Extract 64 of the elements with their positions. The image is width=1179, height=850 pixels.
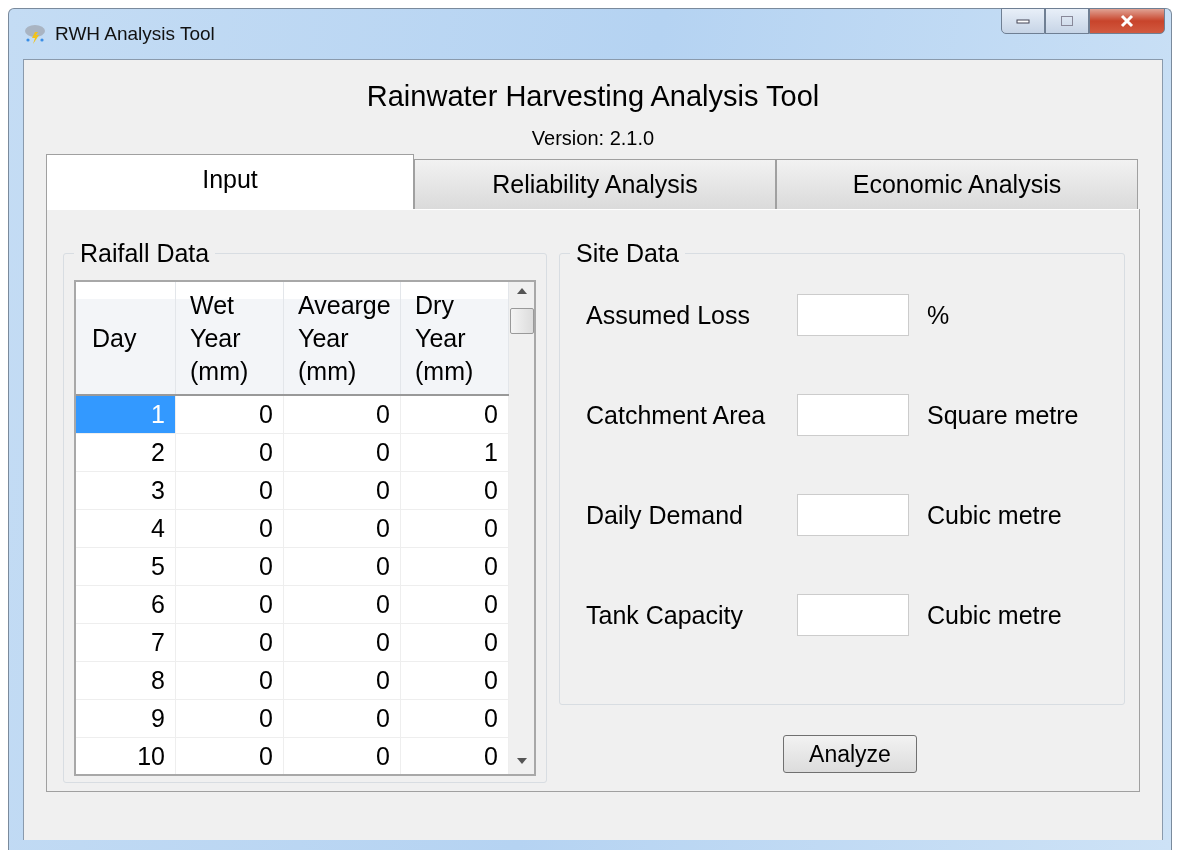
table-cell: 0 bbox=[284, 738, 401, 774]
table-cell: 0 bbox=[284, 434, 401, 471]
table-cell: 0 bbox=[284, 510, 401, 547]
table-cell: 0 bbox=[284, 700, 401, 737]
table-cell: 0 bbox=[284, 472, 401, 509]
maximize-icon bbox=[1060, 15, 1074, 27]
table-cell: 1 bbox=[76, 396, 176, 433]
table-cell: 10 bbox=[76, 738, 176, 774]
app-heading: Rainwater Harvesting Analysis Tool bbox=[365, 80, 821, 113]
field-label: Catchment Area bbox=[586, 400, 767, 430]
unit-label: Square metre bbox=[927, 400, 1079, 430]
field-label: Daily Demand bbox=[586, 500, 744, 530]
close-button[interactable] bbox=[1089, 8, 1165, 34]
table-cell: 7 bbox=[76, 624, 176, 661]
table-cell: 4 bbox=[76, 510, 176, 547]
input-field[interactable] bbox=[797, 594, 909, 636]
table-cell: 9 bbox=[76, 700, 176, 737]
table-cell: 0 bbox=[176, 662, 284, 699]
maximize-button[interactable] bbox=[1045, 8, 1089, 34]
table-cell: 0 bbox=[176, 472, 284, 509]
field-label: Tank Capacity bbox=[586, 600, 745, 630]
table-cell: 2 bbox=[76, 434, 176, 471]
table-cell: 0 bbox=[176, 396, 284, 433]
unit-label: % bbox=[927, 300, 950, 330]
scrollbar[interactable] bbox=[509, 282, 534, 774]
table-cell: 0 bbox=[284, 624, 401, 661]
table-cell: 0 bbox=[176, 510, 284, 547]
column-header[interactable]: Dry Year (mm) bbox=[415, 288, 474, 388]
scroll-thumb[interactable] bbox=[509, 308, 534, 334]
scroll-up-icon[interactable] bbox=[516, 288, 527, 294]
table-cell: 0 bbox=[176, 548, 284, 585]
window-title: RWH Analysis Tool bbox=[55, 23, 215, 45]
table-cell: 0 bbox=[176, 586, 284, 623]
table-cell: 0 bbox=[284, 662, 401, 699]
table-cell: 8 bbox=[76, 662, 176, 699]
field-label: Assumed Loss bbox=[586, 300, 751, 330]
table-cell: 0 bbox=[284, 548, 401, 585]
table-cell: 6 bbox=[76, 586, 176, 623]
table-cell: 0 bbox=[176, 700, 284, 737]
unit-label: Cubic metre bbox=[927, 500, 1062, 530]
table-cell: 0 bbox=[176, 434, 284, 471]
analyze-button[interactable]: Analyze bbox=[783, 735, 917, 773]
version-label: Version: 2.1.0 bbox=[530, 127, 656, 150]
table-cell: 0 bbox=[176, 624, 284, 661]
column-header[interactable]: Wet Year (mm) bbox=[190, 288, 249, 388]
rain-cloud-icon bbox=[23, 23, 47, 45]
input-field[interactable] bbox=[797, 494, 909, 536]
minimize-icon bbox=[1016, 18, 1030, 24]
minimize-button[interactable] bbox=[1001, 8, 1045, 34]
tab[interactable]: Reliability Analysis bbox=[414, 159, 776, 209]
table-cell: 0 bbox=[284, 586, 401, 623]
tab[interactable]: Economic Analysis bbox=[776, 159, 1138, 209]
table-cell: 0 bbox=[176, 738, 284, 774]
table-cell: 3 bbox=[76, 472, 176, 509]
table-cell: 0 bbox=[284, 396, 401, 433]
input-field[interactable] bbox=[797, 394, 909, 436]
tab[interactable]: Input bbox=[46, 154, 414, 209]
column-header[interactable]: Avearge Year (mm) bbox=[298, 288, 391, 388]
column-header[interactable]: Day bbox=[92, 321, 137, 355]
input-field[interactable] bbox=[797, 294, 909, 336]
table-cell: 5 bbox=[76, 548, 176, 585]
unit-label: Cubic metre bbox=[927, 600, 1062, 630]
close-icon bbox=[1119, 14, 1135, 28]
scroll-down-icon[interactable] bbox=[516, 758, 527, 764]
